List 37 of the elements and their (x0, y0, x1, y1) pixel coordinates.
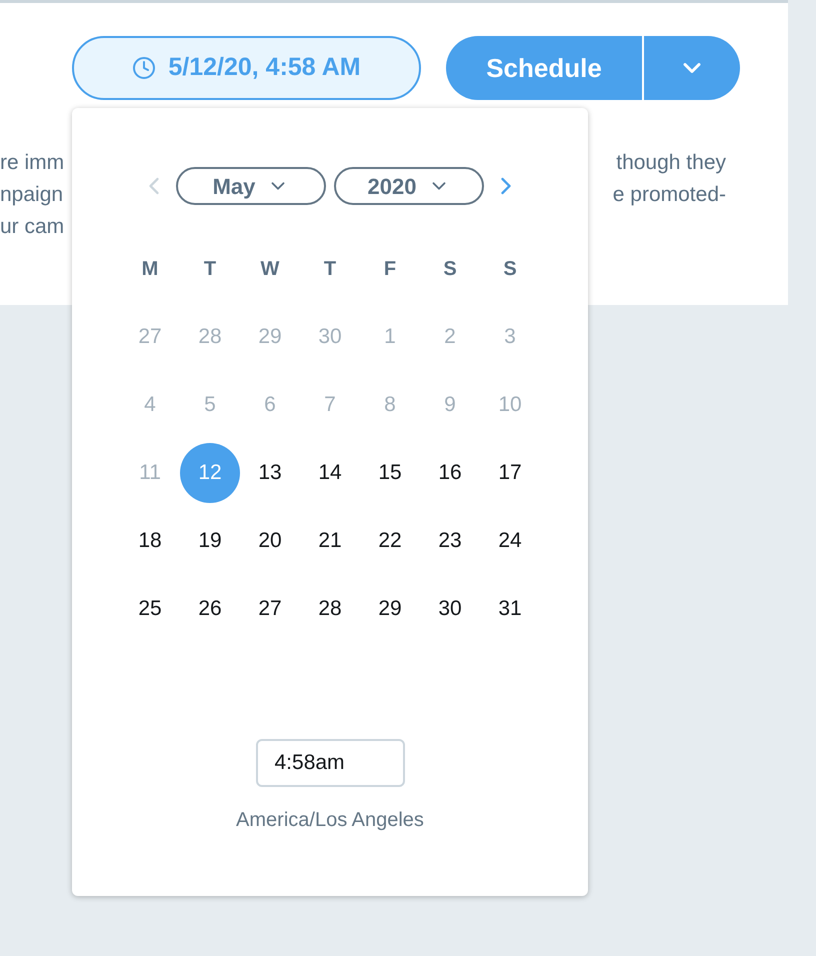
weekday-label: F (384, 257, 396, 282)
calendar-day[interactable]: 18 (120, 511, 180, 571)
calendar-day[interactable]: 25 (120, 579, 180, 639)
time-field[interactable]: 4:58am (256, 739, 404, 787)
description-text: re imm (0, 150, 64, 176)
weekday-label: T (324, 257, 336, 282)
calendar-day[interactable]: 28 (300, 579, 360, 639)
calendar-day[interactable]: 21 (300, 511, 360, 571)
calendar-day[interactable]: 23 (420, 511, 480, 571)
weekday-label: S (443, 257, 457, 282)
weekday-label: M (142, 257, 158, 282)
calendar-day[interactable]: 15 (360, 443, 420, 503)
calendar-day[interactable]: 19 (180, 511, 240, 571)
calendar-day[interactable]: 27 (240, 579, 300, 639)
description-text: npaign (0, 182, 64, 208)
month-select[interactable]: May (176, 167, 326, 205)
calendar-day[interactable]: 26 (180, 579, 240, 639)
calendar-day[interactable]: 24 (480, 511, 540, 571)
clock-icon (132, 56, 156, 80)
calendar-day[interactable]: 17 (480, 443, 540, 503)
timezone-label: America/Los Angeles (236, 808, 424, 833)
calendar-day[interactable]: 29 (360, 579, 420, 639)
calendar-day[interactable]: 14 (300, 443, 360, 503)
weekday-label: T (204, 257, 216, 282)
weekday-label: W (260, 257, 280, 282)
calendar-day[interactable]: 22 (360, 511, 420, 571)
calendar-day[interactable]: 16 (420, 443, 480, 503)
year-select[interactable]: 2020 (334, 167, 484, 205)
description-text: ur cam (0, 214, 64, 240)
calendar-day[interactable]: 31 (480, 579, 540, 639)
calendar-day[interactable]: 30 (420, 579, 480, 639)
weekday-label: S (503, 257, 517, 282)
calendar-day[interactable]: 13 (240, 443, 300, 503)
calendar-day[interactable]: 20 (240, 511, 300, 571)
description-text: e promoted- (612, 182, 726, 208)
description-text: though they (616, 150, 726, 176)
schedule-options-button[interactable] (644, 36, 740, 100)
